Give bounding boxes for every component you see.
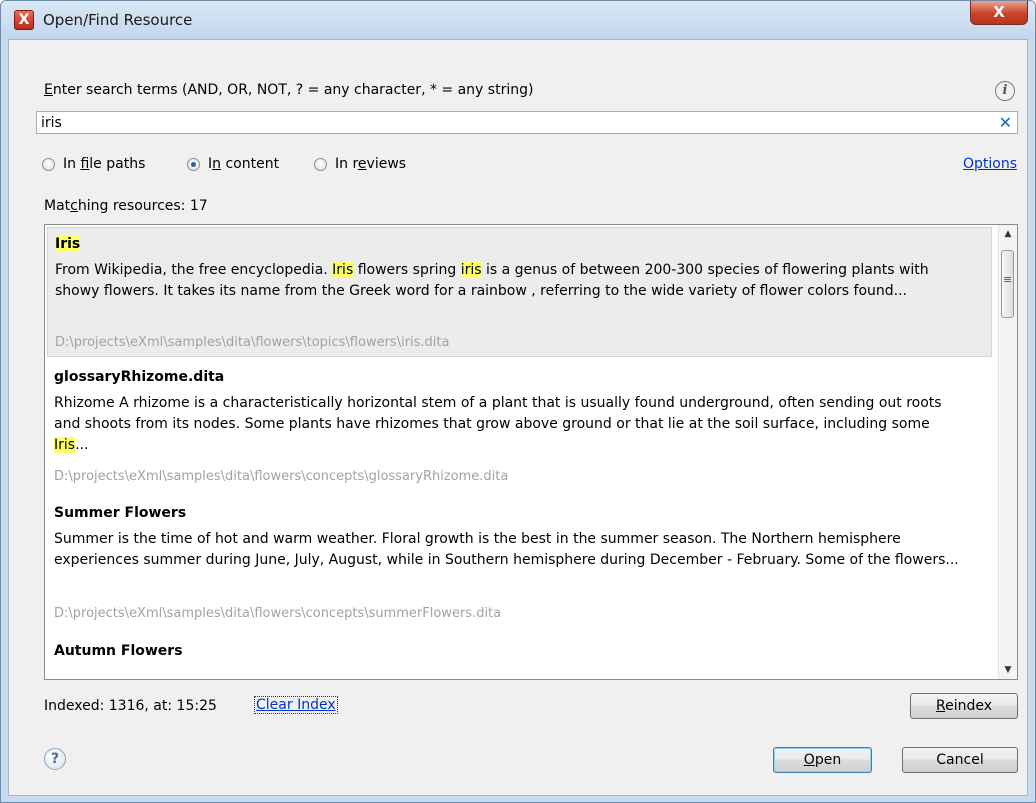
search-field[interactable]: ✕ — [36, 111, 1018, 134]
mnemonic: n — [212, 156, 222, 172]
snippet-highlight: Iris — [332, 262, 354, 278]
result-path: D:\projects\eXml\samples\dita\flowers\to… — [55, 335, 450, 350]
search-input[interactable] — [41, 114, 981, 131]
open-button[interactable]: Open — [773, 747, 872, 773]
snippet-part: flowers spring — [353, 262, 461, 278]
reindex-button[interactable]: Reindex — [910, 693, 1018, 719]
scroll-up-icon[interactable]: ▲ — [999, 225, 1017, 243]
result-snippet: From Wikipedia, the free encyclopedia. I… — [55, 260, 965, 302]
label-part: hing resources: 17 — [77, 198, 208, 214]
info-icon[interactable]: i — [995, 81, 1015, 101]
radio-on-icon[interactable] — [187, 158, 200, 171]
mnemonic: O — [803, 752, 815, 768]
radio-label: In reviews — [335, 156, 406, 172]
result-item[interactable]: glossaryRhizome.dita Rhizome A rhizome i… — [47, 361, 992, 491]
dialog-window: Open/Find Resource X Enter search terms … — [0, 0, 1036, 803]
window-title: Open/Find Resource — [43, 11, 193, 29]
label-part: views — [366, 156, 407, 172]
snippet-part: From Wikipedia, the free encyclopedia. — [55, 262, 333, 278]
label-part: Mat — [44, 198, 71, 214]
results-scrollbar[interactable]: ▲ ▼ — [998, 225, 1017, 679]
button-label: eindex — [945, 698, 993, 714]
label-part: content — [221, 156, 280, 172]
close-button[interactable]: X — [970, 1, 1028, 25]
button-label: pen — [814, 752, 842, 768]
snippet-part: Rhizome A rhizome is a characteristicall… — [54, 395, 942, 432]
label-part: In — [63, 156, 81, 172]
help-icon[interactable]: ? — [44, 748, 66, 770]
options-link[interactable]: Options — [963, 156, 1017, 172]
clear-search-icon[interactable]: ✕ — [999, 112, 1012, 133]
mnemonic: f — [80, 156, 90, 172]
result-item[interactable]: Autumn Flowers — [47, 635, 992, 675]
radio-label: In file paths — [63, 156, 145, 172]
search-prompt-label: Enter search terms (AND, OR, NOT, ? = an… — [44, 82, 533, 98]
result-title: Iris — [55, 236, 81, 252]
result-item[interactable]: Summer Flowers Summer is the time of hot… — [47, 497, 992, 627]
dialog-body: Enter search terms (AND, OR, NOT, ? = an… — [8, 39, 1028, 796]
radio-off-icon[interactable] — [42, 158, 55, 171]
result-title: Summer Flowers — [54, 505, 187, 521]
snippet-highlight: iris — [460, 262, 482, 278]
mnemonic: e — [357, 156, 367, 172]
result-title: glossaryRhizome.dita — [54, 369, 225, 385]
mnemonic: c — [70, 198, 78, 214]
result-title-text: Iris — [55, 236, 81, 252]
result-path: D:\projects\eXml\samples\dita\flowers\co… — [54, 469, 509, 484]
result-path: D:\projects\eXml\samples\dita\flowers\co… — [54, 606, 502, 621]
scroll-thumb[interactable] — [1001, 250, 1014, 318]
cancel-button[interactable]: Cancel — [902, 747, 1018, 773]
matching-resources-label: Matching resources: 17 — [44, 198, 208, 214]
radio-label: In content — [208, 156, 279, 172]
radio-off-icon[interactable] — [314, 158, 327, 171]
clear-index-link[interactable]: Clear Index — [254, 696, 338, 714]
scroll-down-icon[interactable]: ▼ — [999, 661, 1017, 679]
results-list[interactable]: Iris From Wikipedia, the free encycloped… — [44, 224, 1018, 680]
app-logo-icon — [14, 10, 34, 30]
result-snippet: Rhizome A rhizome is a characteristicall… — [54, 393, 964, 456]
result-title: Autumn Flowers — [54, 643, 183, 659]
snippet-highlight: Iris — [54, 437, 76, 453]
title-bar[interactable]: Open/Find Resource X — [1, 1, 1035, 39]
result-snippet: Summer is the time of hot and warm weath… — [54, 529, 964, 571]
indexed-status: Indexed: 1316, at: 15:25 — [44, 698, 217, 714]
result-item[interactable]: Iris From Wikipedia, the free encycloped… — [47, 227, 992, 357]
mnemonic: E — [44, 82, 53, 98]
prompt-text: nter search terms (AND, OR, NOT, ? = any… — [52, 82, 534, 98]
label-part: In r — [335, 156, 358, 172]
close-icon: X — [993, 3, 1005, 21]
mnemonic: R — [935, 698, 946, 714]
label-part: ile paths — [89, 156, 146, 172]
snippet-part: Summer is the time of hot and warm weath… — [54, 531, 959, 568]
snippet-part: ... — [75, 437, 89, 453]
